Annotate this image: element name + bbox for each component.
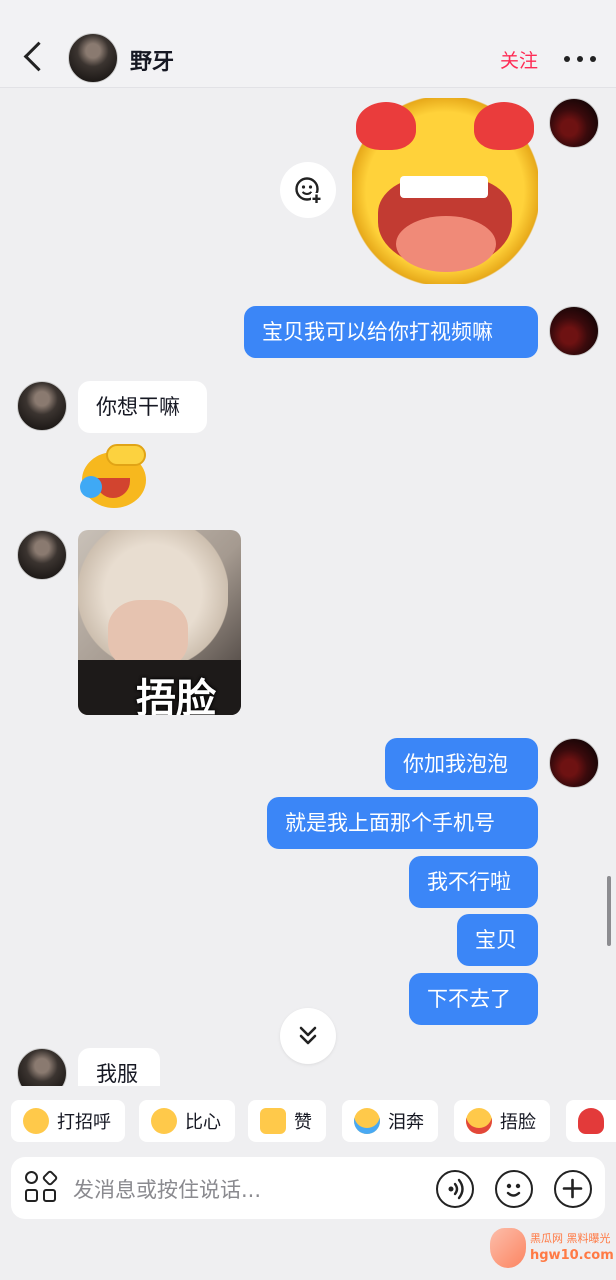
facepalm-emoji-icon: [466, 1108, 492, 1134]
outgoing-message[interactable]: 宝贝我可以给你打视频嘛: [244, 306, 538, 358]
contact-avatar[interactable]: [17, 530, 67, 580]
crying-emoji-icon: [354, 1108, 380, 1134]
outgoing-message[interactable]: 你加我泡泡: [385, 738, 538, 790]
contact-avatar[interactable]: [68, 33, 118, 83]
laughing-emoji[interactable]: [80, 442, 150, 508]
quick-reply-chip[interactable]: 泪奔: [342, 1100, 438, 1142]
scrollbar-thumb[interactable]: [607, 876, 611, 946]
watermark-logo: [490, 1228, 526, 1268]
rose-emoji-icon: [578, 1108, 604, 1134]
follow-button[interactable]: 关注: [500, 46, 538, 73]
contact-name[interactable]: 野牙: [130, 44, 174, 76]
more-options-icon[interactable]: [564, 56, 596, 64]
message-input[interactable]: 发消息或按住说话...: [73, 1174, 261, 1204]
quick-reply-chip[interactable]: [566, 1100, 616, 1142]
quick-reply-label: 赞: [294, 1112, 312, 1133]
quick-reply-chip[interactable]: 打招呼: [11, 1100, 125, 1142]
message-input-bar: 发消息或按住说话...: [11, 1157, 605, 1219]
my-avatar[interactable]: [549, 98, 599, 148]
facepalm-sticker-image[interactable]: 捂脸: [78, 530, 241, 715]
quick-reply-label: 捂脸: [500, 1112, 536, 1133]
contact-avatar[interactable]: [17, 381, 67, 431]
quick-reply-bar: 打招呼 比心 赞 泪奔 捂脸: [0, 1086, 616, 1156]
outgoing-message[interactable]: 就是我上面那个手机号: [267, 797, 538, 849]
emoji-picker-icon[interactable]: [495, 1170, 533, 1208]
quick-reply-chip[interactable]: 比心: [139, 1100, 235, 1142]
double-chevron-down-icon: [299, 1026, 317, 1045]
my-avatar[interactable]: [549, 306, 599, 356]
apps-grid-icon[interactable]: [25, 1169, 59, 1205]
watermark-text: 黑瓜网 黑料曝光: [530, 1232, 611, 1245]
my-avatar[interactable]: [549, 738, 599, 788]
quick-reply-chip[interactable]: 赞: [248, 1100, 326, 1142]
back-arrow-icon[interactable]: [18, 40, 48, 74]
quick-reply-label: 泪奔: [388, 1112, 424, 1133]
sticker-caption: 捂脸: [136, 676, 216, 715]
quick-reply-chip[interactable]: 捂脸: [454, 1100, 550, 1142]
heart-eyes-sticker[interactable]: [352, 98, 538, 284]
add-emoji-icon: [295, 177, 322, 204]
outgoing-message[interactable]: 下不去了: [409, 973, 538, 1025]
voice-input-icon[interactable]: [436, 1170, 474, 1208]
scroll-to-bottom-button[interactable]: [280, 1008, 336, 1064]
wave-emoji-icon: [23, 1108, 49, 1134]
quick-reply-label: 打招呼: [57, 1112, 111, 1133]
heart-hands-emoji-icon: [151, 1108, 177, 1134]
plus-icon[interactable]: [554, 1170, 592, 1208]
incoming-message[interactable]: 你想干嘛: [78, 381, 207, 433]
site-watermark: 黑瓜网 黑料曝光 hgw10.com: [488, 1222, 614, 1274]
add-sticker-button[interactable]: [280, 162, 336, 218]
outgoing-message[interactable]: 我不行啦: [409, 856, 538, 908]
chat-header: 野牙 关注: [0, 0, 616, 88]
outgoing-message[interactable]: 宝贝: [457, 914, 538, 966]
quick-reply-label: 比心: [185, 1112, 221, 1133]
watermark-url: hgw10.com: [530, 1248, 614, 1263]
thumbs-up-emoji-icon: [260, 1108, 286, 1134]
